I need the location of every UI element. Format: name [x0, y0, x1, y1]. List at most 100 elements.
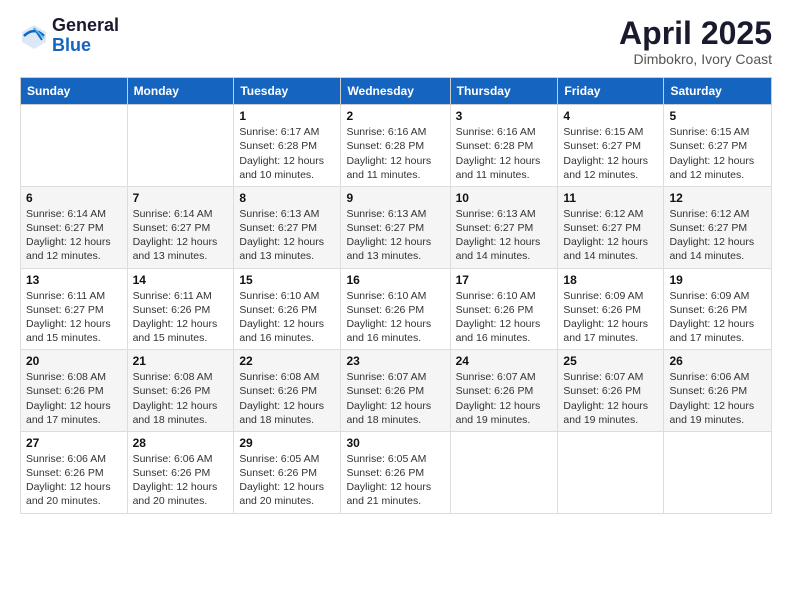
day-number: 9: [346, 191, 444, 205]
day-number: 23: [346, 354, 444, 368]
day-info: Sunrise: 6:06 AM Sunset: 6:26 PM Dayligh…: [133, 452, 229, 509]
calendar-week-row: 20 Sunrise: 6:08 AM Sunset: 6:26 PM Dayli…: [21, 350, 772, 432]
month-title: April 2025: [619, 16, 772, 51]
table-row: 18 Sunrise: 6:09 AM Sunset: 6:26 PM Dayli…: [558, 268, 664, 350]
day-info: Sunrise: 6:11 AM Sunset: 6:26 PM Dayligh…: [133, 289, 229, 346]
day-number: 29: [239, 436, 335, 450]
table-row: 12 Sunrise: 6:12 AM Sunset: 6:27 PM Dayli…: [664, 186, 772, 268]
col-monday: Monday: [127, 78, 234, 105]
table-row: [450, 431, 558, 513]
table-row: 21 Sunrise: 6:08 AM Sunset: 6:26 PM Dayli…: [127, 350, 234, 432]
day-number: 26: [669, 354, 766, 368]
col-tuesday: Tuesday: [234, 78, 341, 105]
day-number: 2: [346, 109, 444, 123]
title-section: April 2025 Dimbokro, Ivory Coast: [619, 16, 772, 67]
table-row: 10 Sunrise: 6:13 AM Sunset: 6:27 PM Dayli…: [450, 186, 558, 268]
calendar-week-row: 1 Sunrise: 6:17 AM Sunset: 6:28 PM Daylig…: [21, 105, 772, 187]
day-number: 24: [456, 354, 553, 368]
day-info: Sunrise: 6:16 AM Sunset: 6:28 PM Dayligh…: [346, 125, 444, 182]
day-info: Sunrise: 6:07 AM Sunset: 6:26 PM Dayligh…: [563, 370, 658, 427]
day-info: Sunrise: 6:11 AM Sunset: 6:27 PM Dayligh…: [26, 289, 122, 346]
logo-blue-text: Blue: [52, 36, 119, 56]
day-number: 13: [26, 273, 122, 287]
day-info: Sunrise: 6:13 AM Sunset: 6:27 PM Dayligh…: [239, 207, 335, 264]
day-number: 22: [239, 354, 335, 368]
day-info: Sunrise: 6:15 AM Sunset: 6:27 PM Dayligh…: [563, 125, 658, 182]
day-info: Sunrise: 6:13 AM Sunset: 6:27 PM Dayligh…: [456, 207, 553, 264]
day-info: Sunrise: 6:10 AM Sunset: 6:26 PM Dayligh…: [239, 289, 335, 346]
table-row: 1 Sunrise: 6:17 AM Sunset: 6:28 PM Daylig…: [234, 105, 341, 187]
logo: General Blue: [20, 16, 119, 56]
day-info: Sunrise: 6:17 AM Sunset: 6:28 PM Dayligh…: [239, 125, 335, 182]
location: Dimbokro, Ivory Coast: [619, 51, 772, 67]
calendar-header-row: Sunday Monday Tuesday Wednesday Thursday…: [21, 78, 772, 105]
day-number: 14: [133, 273, 229, 287]
day-info: Sunrise: 6:13 AM Sunset: 6:27 PM Dayligh…: [346, 207, 444, 264]
header: General Blue April 2025 Dimbokro, Ivory …: [20, 16, 772, 67]
day-info: Sunrise: 6:14 AM Sunset: 6:27 PM Dayligh…: [133, 207, 229, 264]
day-number: 10: [456, 191, 553, 205]
day-info: Sunrise: 6:10 AM Sunset: 6:26 PM Dayligh…: [346, 289, 444, 346]
logo-icon: [20, 22, 48, 50]
table-row: 6Sunrise: 6:14 AM Sunset: 6:27 PM Daylig…: [21, 186, 128, 268]
day-info: Sunrise: 6:12 AM Sunset: 6:27 PM Dayligh…: [669, 207, 766, 264]
day-number: 30: [346, 436, 444, 450]
day-number: 4: [563, 109, 658, 123]
table-row: 5 Sunrise: 6:15 AM Sunset: 6:27 PM Daylig…: [664, 105, 772, 187]
day-number: 17: [456, 273, 553, 287]
table-row: 22 Sunrise: 6:08 AM Sunset: 6:26 PM Dayli…: [234, 350, 341, 432]
col-thursday: Thursday: [450, 78, 558, 105]
table-row: 16 Sunrise: 6:10 AM Sunset: 6:26 PM Dayli…: [341, 268, 450, 350]
day-number: 25: [563, 354, 658, 368]
table-row: 17 Sunrise: 6:10 AM Sunset: 6:26 PM Dayli…: [450, 268, 558, 350]
table-row: 8 Sunrise: 6:13 AM Sunset: 6:27 PM Daylig…: [234, 186, 341, 268]
day-info: Sunrise: 6:09 AM Sunset: 6:26 PM Dayligh…: [669, 289, 766, 346]
table-row: 2 Sunrise: 6:16 AM Sunset: 6:28 PM Daylig…: [341, 105, 450, 187]
col-sunday: Sunday: [21, 78, 128, 105]
day-number: 5: [669, 109, 766, 123]
day-info: Sunrise: 6:07 AM Sunset: 6:26 PM Dayligh…: [346, 370, 444, 427]
table-row: 28 Sunrise: 6:06 AM Sunset: 6:26 PM Dayli…: [127, 431, 234, 513]
day-number: 1: [239, 109, 335, 123]
table-row: 15 Sunrise: 6:10 AM Sunset: 6:26 PM Dayli…: [234, 268, 341, 350]
day-number: 21: [133, 354, 229, 368]
day-number: 15: [239, 273, 335, 287]
table-row: [21, 105, 128, 187]
day-info: Sunrise: 6:08 AM Sunset: 6:26 PM Dayligh…: [239, 370, 335, 427]
col-friday: Friday: [558, 78, 664, 105]
logo-text: General Blue: [52, 16, 119, 56]
table-row: [558, 431, 664, 513]
logo-general-text: General: [52, 16, 119, 36]
table-row: 30 Sunrise: 6:05 AM Sunset: 6:26 PM Dayli…: [341, 431, 450, 513]
table-row: 11Sunrise: 6:12 AM Sunset: 6:27 PM Dayli…: [558, 186, 664, 268]
day-info: Sunrise: 6:07 AM Sunset: 6:26 PM Dayligh…: [456, 370, 553, 427]
table-row: 3Sunrise: 6:16 AM Sunset: 6:28 PM Daylig…: [450, 105, 558, 187]
day-number: 20: [26, 354, 122, 368]
day-number: 8: [239, 191, 335, 205]
day-info: Sunrise: 6:06 AM Sunset: 6:26 PM Dayligh…: [26, 452, 122, 509]
table-row: 29 Sunrise: 6:05 AM Sunset: 6:26 PM Dayli…: [234, 431, 341, 513]
calendar-table: Sunday Monday Tuesday Wednesday Thursday…: [20, 77, 772, 513]
table-row: 7Sunrise: 6:14 AM Sunset: 6:27 PM Daylig…: [127, 186, 234, 268]
col-saturday: Saturday: [664, 78, 772, 105]
table-row: 23 Sunrise: 6:07 AM Sunset: 6:26 PM Dayli…: [341, 350, 450, 432]
day-info: Sunrise: 6:15 AM Sunset: 6:27 PM Dayligh…: [669, 125, 766, 182]
day-number: 28: [133, 436, 229, 450]
table-row: [127, 105, 234, 187]
day-info: Sunrise: 6:08 AM Sunset: 6:26 PM Dayligh…: [133, 370, 229, 427]
day-info: Sunrise: 6:16 AM Sunset: 6:28 PM Dayligh…: [456, 125, 553, 182]
day-number: 27: [26, 436, 122, 450]
day-info: Sunrise: 6:09 AM Sunset: 6:26 PM Dayligh…: [563, 289, 658, 346]
day-number: 19: [669, 273, 766, 287]
day-info: Sunrise: 6:05 AM Sunset: 6:26 PM Dayligh…: [346, 452, 444, 509]
table-row: 24 Sunrise: 6:07 AM Sunset: 6:26 PM Dayli…: [450, 350, 558, 432]
table-row: 9 Sunrise: 6:13 AM Sunset: 6:27 PM Daylig…: [341, 186, 450, 268]
table-row: 26Sunrise: 6:06 AM Sunset: 6:26 PM Dayli…: [664, 350, 772, 432]
day-info: Sunrise: 6:10 AM Sunset: 6:26 PM Dayligh…: [456, 289, 553, 346]
day-number: 11: [563, 191, 658, 205]
day-number: 18: [563, 273, 658, 287]
day-number: 16: [346, 273, 444, 287]
calendar-body: 1 Sunrise: 6:17 AM Sunset: 6:28 PM Daylig…: [21, 105, 772, 513]
day-info: Sunrise: 6:05 AM Sunset: 6:26 PM Dayligh…: [239, 452, 335, 509]
day-number: 12: [669, 191, 766, 205]
